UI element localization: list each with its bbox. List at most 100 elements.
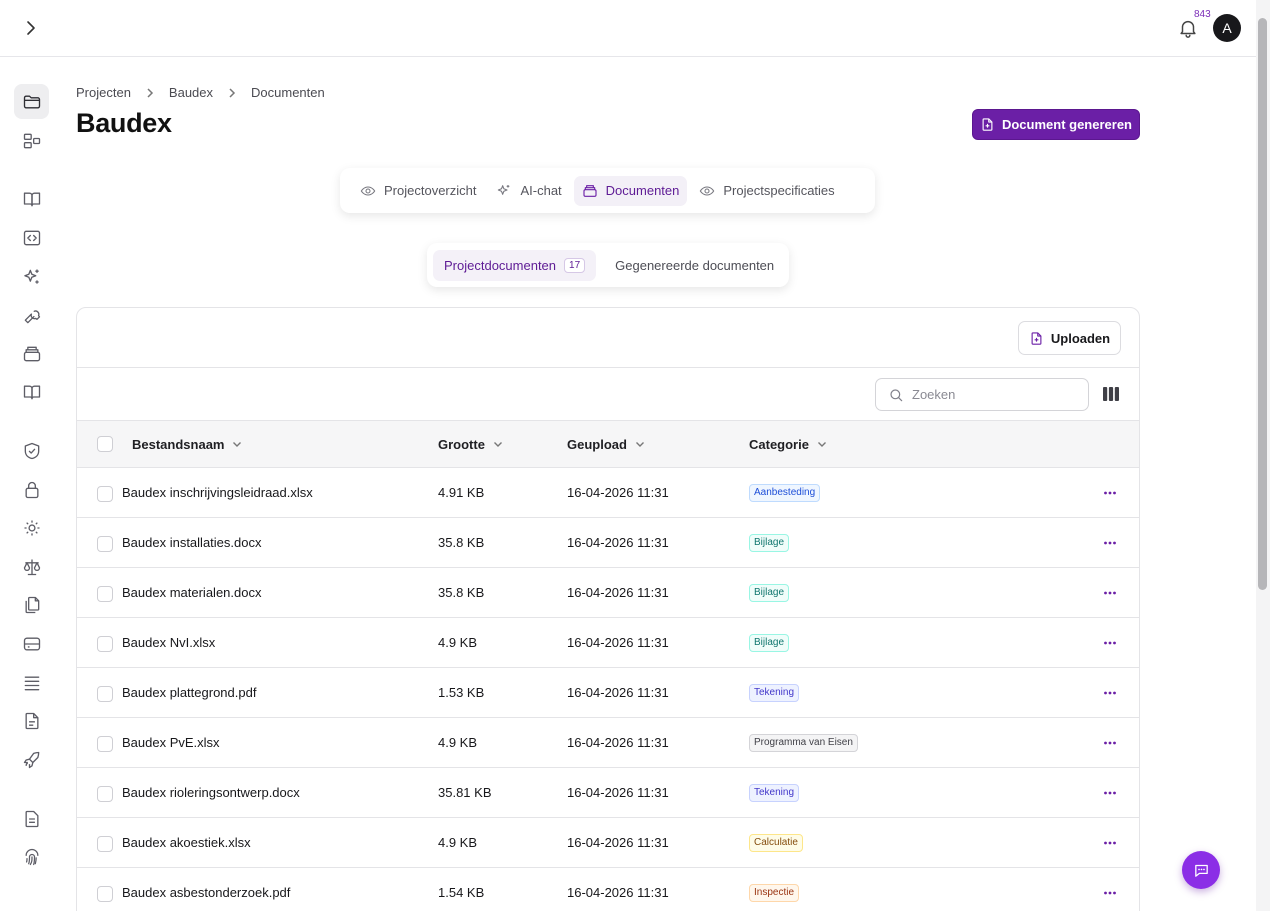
- more-options-icon[interactable]: [1103, 686, 1117, 700]
- row-checkbox[interactable]: [97, 536, 113, 552]
- column-label: Bestandsnaam: [132, 436, 225, 452]
- more-options-icon[interactable]: [1103, 586, 1117, 600]
- sidebar: [0, 57, 62, 911]
- scrollbar-thumb[interactable]: [1258, 18, 1267, 590]
- eye-icon: [700, 185, 715, 196]
- more-options-icon[interactable]: [1103, 786, 1117, 800]
- category-badge: Bijlage: [749, 633, 790, 652]
- select-all-checkbox[interactable]: [97, 436, 113, 452]
- category-cell: Inspectie: [749, 868, 800, 911]
- column-header-bestandsnaam[interactable]: Bestandsnaam: [132, 421, 243, 467]
- files-icon[interactable]: [22, 595, 42, 615]
- layout-icon[interactable]: [22, 131, 42, 151]
- file-name-cell[interactable]: Baudex akoestiek.xlsx: [122, 818, 251, 867]
- row-checkbox[interactable]: [97, 636, 113, 652]
- file-name-cell[interactable]: Baudex installaties.docx: [122, 518, 261, 567]
- file-name-cell[interactable]: Baudex NvI.xlsx: [122, 618, 215, 667]
- category-badge: Programma van Eisen: [749, 733, 858, 752]
- document-icon[interactable]: [22, 809, 42, 829]
- columns-icon[interactable]: [1102, 386, 1120, 402]
- subtab-projectdocumenten[interactable]: Projectdocumenten 17: [433, 249, 597, 281]
- bell-icon[interactable]: [1177, 17, 1199, 39]
- table-row[interactable]: Baudex rioleringsontwerp.docx 35.81 KB 16-…: [77, 768, 1139, 818]
- generate-document-button[interactable]: Document genereren: [972, 109, 1140, 140]
- row-checkbox[interactable]: [97, 736, 113, 752]
- generate-document-label: Document genereren: [1001, 117, 1133, 132]
- search-input[interactable]: [912, 387, 1082, 402]
- file-name-cell[interactable]: Baudex asbestonderzoek.pdf: [122, 868, 290, 911]
- more-options-icon[interactable]: [1103, 636, 1117, 650]
- table-row[interactable]: Baudex plattegrond.pdf 1.53 KB 16-04-2026 …: [77, 668, 1139, 718]
- more-options-icon[interactable]: [1103, 486, 1117, 500]
- row-checkbox[interactable]: [97, 786, 113, 802]
- tab-documenten[interactable]: Documenten: [573, 175, 688, 206]
- file-text-icon[interactable]: [22, 711, 42, 731]
- chevron-right-icon: [143, 86, 157, 100]
- avatar[interactable]: A: [1213, 14, 1241, 42]
- more-options-icon[interactable]: [1103, 886, 1117, 900]
- breadcrumb-projecten[interactable]: Projecten: [76, 85, 131, 100]
- more-options-icon[interactable]: [1103, 536, 1117, 550]
- tab-label: Projectoverzicht: [384, 183, 477, 198]
- fingerprint-icon[interactable]: [22, 847, 42, 867]
- file-name-cell[interactable]: Baudex rioleringsontwerp.docx: [122, 768, 300, 817]
- eye-icon: [360, 185, 376, 196]
- list-icon[interactable]: [22, 673, 42, 693]
- code-icon[interactable]: [22, 228, 42, 248]
- shield-check-icon[interactable]: [22, 441, 42, 461]
- more-options-icon[interactable]: [1103, 736, 1117, 750]
- column-header-grootte[interactable]: Grootte: [438, 421, 504, 467]
- tab-projectoverzicht[interactable]: Projectoverzicht: [352, 176, 484, 206]
- table-row[interactable]: Baudex asbestonderzoek.pdf 1.54 KB 16-04-2…: [77, 868, 1139, 911]
- folder-icon[interactable]: [14, 84, 49, 119]
- book-icon[interactable]: [22, 382, 42, 402]
- chevron-right-icon: [225, 86, 239, 100]
- category-cell: Bijlage: [749, 518, 790, 567]
- upload-date-cell: 16-04-2026 11:31: [567, 485, 669, 500]
- row-checkbox[interactable]: [97, 886, 113, 902]
- table-row[interactable]: Baudex materialen.docx 35.8 KB 16-04-2026 …: [77, 568, 1139, 618]
- archive-icon[interactable]: [22, 344, 42, 364]
- table-row[interactable]: Baudex NvI.xlsx 4.9 KB 16-04-2026 11:31 Bij…: [77, 618, 1139, 668]
- lock-icon[interactable]: [22, 480, 42, 500]
- category-badge: Aanbesteding: [749, 483, 821, 502]
- row-checkbox[interactable]: [97, 586, 113, 602]
- sparkles-icon[interactable]: [22, 267, 42, 287]
- tab-projectspecificaties[interactable]: Projectspecificaties: [691, 176, 842, 206]
- tab-ai-chat[interactable]: AI-chat: [488, 176, 569, 206]
- row-checkbox[interactable]: [97, 486, 113, 502]
- column-header-geupload[interactable]: Geupload: [567, 421, 646, 467]
- database-icon[interactable]: [22, 634, 42, 654]
- more-options-icon[interactable]: [1103, 836, 1117, 850]
- book-open-icon[interactable]: [22, 189, 42, 209]
- file-name-cell[interactable]: Baudex plattegrond.pdf: [122, 668, 256, 717]
- upload-label: Uploaden: [1050, 330, 1111, 346]
- scale-icon[interactable]: [22, 557, 42, 577]
- category-badge: Bijlage: [749, 583, 790, 602]
- row-checkbox[interactable]: [97, 686, 113, 702]
- subtab-gegenereerde-documenten[interactable]: Gegenereerde documenten: [604, 250, 785, 281]
- settings-icon[interactable]: [22, 518, 42, 538]
- table-row[interactable]: Baudex akoestiek.xlsx 4.9 KB 16-04-2026 11…: [77, 818, 1139, 868]
- search-icon: [890, 388, 903, 401]
- file-name-cell[interactable]: Baudex inschrijvingsleidraad.xlsx: [122, 468, 313, 517]
- chat-button[interactable]: [1182, 851, 1220, 889]
- table-row[interactable]: Baudex installaties.docx 35.8 KB 16-04-202…: [77, 518, 1139, 568]
- category-badge: Bijlage: [749, 533, 790, 552]
- file-name-cell[interactable]: Baudex materialen.docx: [122, 568, 261, 617]
- file-name-cell[interactable]: Baudex PvE.xlsx: [122, 718, 220, 767]
- breadcrumb-baudex[interactable]: Baudex: [169, 85, 213, 100]
- row-checkbox[interactable]: [97, 836, 113, 852]
- sparkles-icon: [498, 184, 510, 195]
- breadcrumb: Projecten Baudex Documenten: [76, 85, 325, 100]
- column-header-categorie[interactable]: Categorie: [749, 421, 828, 467]
- upload-button[interactable]: Uploaden: [1018, 321, 1121, 355]
- table-row[interactable]: Baudex PvE.xlsx 4.9 KB 16-04-2026 11:31 Pro…: [77, 718, 1139, 768]
- chevron-right-icon[interactable]: [20, 18, 40, 38]
- column-label: Geupload: [567, 436, 627, 452]
- tab-label: AI-chat: [520, 183, 562, 198]
- chevron-down-icon: [817, 442, 826, 447]
- rocket-icon[interactable]: [22, 750, 42, 770]
- wrench-icon[interactable]: [22, 306, 42, 326]
- table-row[interactable]: Baudex inschrijvingsleidraad.xlsx 4.91 KB…: [77, 468, 1139, 518]
